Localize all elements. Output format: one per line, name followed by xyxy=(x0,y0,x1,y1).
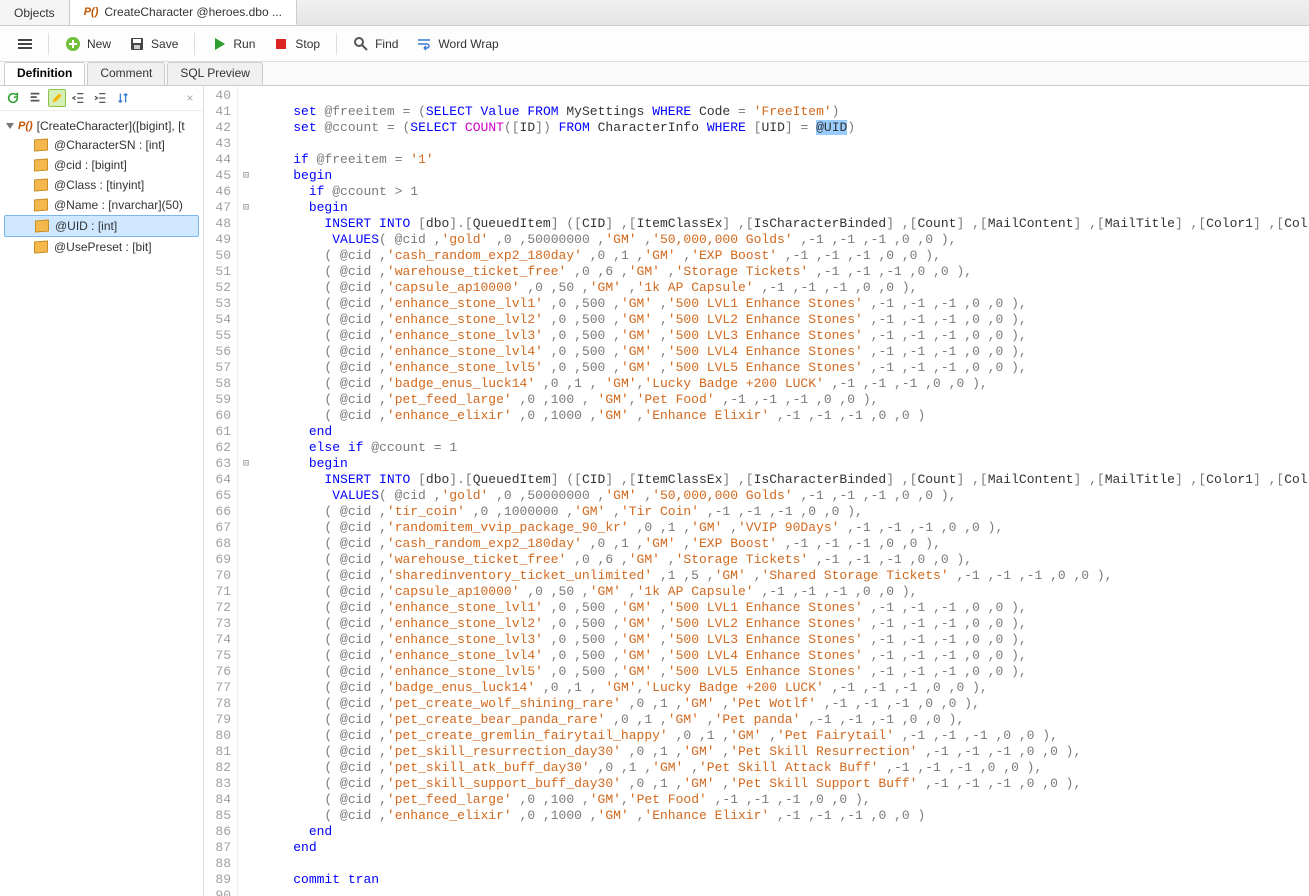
separator xyxy=(194,33,195,55)
button-label: New xyxy=(87,37,111,51)
param-label: @cid : [bigint] xyxy=(54,158,127,172)
sort-icon xyxy=(116,91,130,105)
save-button[interactable]: Save xyxy=(121,32,186,56)
refresh-icon xyxy=(6,91,20,105)
subtab-definition[interactable]: Definition xyxy=(4,62,85,85)
pencil-icon xyxy=(51,92,63,104)
fold-column[interactable]: ⊟⊟⊟ xyxy=(238,86,254,896)
tree-param[interactable]: @cid : [bigint] xyxy=(4,155,199,175)
params-sidebar: × P() [CreateCharacter]([bigint], [t @Ch… xyxy=(0,86,204,896)
tree-param[interactable]: @CharacterSN : [int] xyxy=(4,135,199,155)
sub-tabs: Definition Comment SQL Preview xyxy=(0,62,1309,86)
tab-procedure[interactable]: P() CreateCharacter @heroes.dbo ... xyxy=(70,0,297,25)
param-label: @UsePreset : [bit] xyxy=(54,240,152,254)
stop-icon xyxy=(273,36,289,52)
file-tabs: Objects P() CreateCharacter @heroes.dbo … xyxy=(0,0,1309,26)
search-icon xyxy=(353,36,369,52)
param-icon xyxy=(35,220,49,233)
stop-button[interactable]: Stop xyxy=(265,32,328,56)
param-icon xyxy=(34,179,48,192)
main-toolbar: New Save Run Stop Find Word Wrap xyxy=(0,26,1309,62)
params-tree[interactable]: P() [CreateCharacter]([bigint], [t @Char… xyxy=(0,111,203,896)
tab-label: CreateCharacter @heroes.dbo ... xyxy=(104,5,282,19)
tree-root-label: [CreateCharacter]([bigint], [t xyxy=(37,119,185,133)
run-button[interactable]: Run xyxy=(203,32,263,56)
subtab-comment[interactable]: Comment xyxy=(87,62,165,85)
main-area: × P() [CreateCharacter]([bigint], [t @Ch… xyxy=(0,86,1309,896)
param-icon xyxy=(34,139,48,152)
tab-objects[interactable]: Objects xyxy=(0,0,70,25)
param-icon xyxy=(34,199,48,212)
function-icon: P() xyxy=(18,120,33,132)
button-label: Find xyxy=(375,37,398,51)
close-sidebar-button[interactable]: × xyxy=(181,91,199,105)
align-button[interactable] xyxy=(26,89,44,107)
param-label: @CharacterSN : [int] xyxy=(54,138,165,152)
code-area[interactable]: set @freeitem = (SELECT Value FROM MySet… xyxy=(254,86,1309,896)
param-label: @Class : [tinyint] xyxy=(54,178,144,192)
tab-label: Objects xyxy=(14,6,55,20)
find-button[interactable]: Find xyxy=(345,32,406,56)
tree-param[interactable]: @UID : [int] xyxy=(4,215,199,237)
plus-icon xyxy=(65,36,81,52)
highlight-button[interactable] xyxy=(48,89,66,107)
indent-in-button[interactable] xyxy=(92,89,110,107)
subtab-label: SQL Preview xyxy=(180,66,250,80)
refresh-button[interactable] xyxy=(4,89,22,107)
align-icon xyxy=(28,91,42,105)
code-editor[interactable]: 4041424344454647484950515253545556575859… xyxy=(204,86,1309,896)
subtab-label: Comment xyxy=(100,66,152,80)
outdent-icon xyxy=(72,91,86,105)
separator xyxy=(48,33,49,55)
button-label: Run xyxy=(233,37,255,51)
function-icon: P() xyxy=(84,6,99,18)
param-label: @UID : [int] xyxy=(55,219,117,233)
tree-param[interactable]: @UsePreset : [bit] xyxy=(4,237,199,257)
play-icon xyxy=(211,36,227,52)
button-label: Word Wrap xyxy=(438,37,498,51)
indent-icon xyxy=(94,91,108,105)
save-icon xyxy=(129,36,145,52)
burger-icon xyxy=(18,37,32,51)
param-label: @Name : [nvarchar](50) xyxy=(54,198,183,212)
button-label: Save xyxy=(151,37,178,51)
expand-icon xyxy=(6,123,14,129)
button-label: Stop xyxy=(295,37,320,51)
subtab-preview[interactable]: SQL Preview xyxy=(167,62,263,85)
tree-root[interactable]: P() [CreateCharacter]([bigint], [t xyxy=(4,117,199,135)
line-gutter: 4041424344454647484950515253545556575859… xyxy=(204,86,238,896)
sidebar-toolbar: × xyxy=(0,86,203,111)
subtab-label: Definition xyxy=(17,66,72,80)
tree-param[interactable]: @Class : [tinyint] xyxy=(4,175,199,195)
separator xyxy=(336,33,337,55)
wrap-icon xyxy=(416,36,432,52)
new-button[interactable]: New xyxy=(57,32,119,56)
indent-out-button[interactable] xyxy=(70,89,88,107)
wordwrap-button[interactable]: Word Wrap xyxy=(408,32,506,56)
tree-param[interactable]: @Name : [nvarchar](50) xyxy=(4,195,199,215)
sort-button[interactable] xyxy=(114,89,132,107)
menu-button[interactable] xyxy=(10,33,40,55)
param-icon xyxy=(34,159,48,172)
param-icon xyxy=(34,241,48,254)
